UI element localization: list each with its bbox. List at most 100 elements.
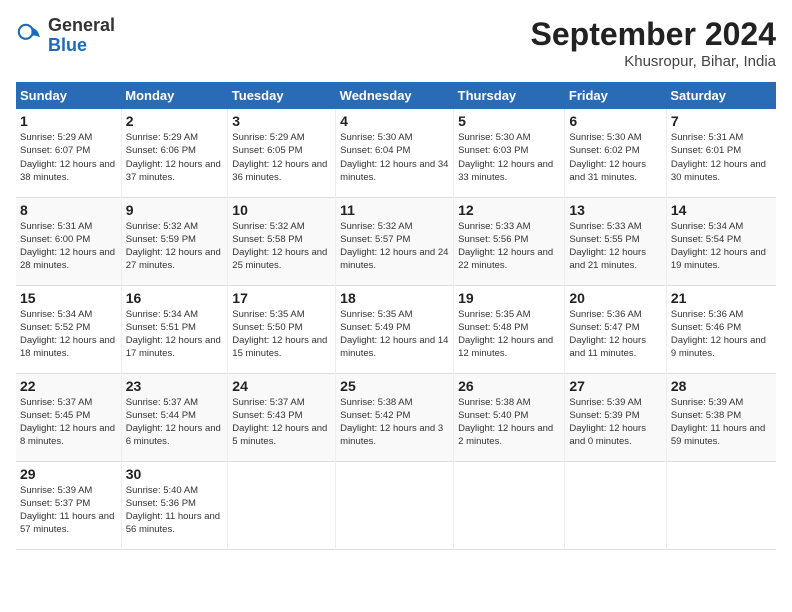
day-number: 2	[126, 113, 224, 129]
cell-info: Sunrise: 5:39 AMSunset: 5:39 PMDaylight:…	[569, 397, 646, 448]
calendar-table: Sunday Monday Tuesday Wednesday Thursday…	[16, 82, 776, 550]
cell-info: Sunrise: 5:30 AMSunset: 6:04 PMDaylight:…	[340, 132, 448, 183]
calendar-cell: 1 Sunrise: 5:29 AMSunset: 6:07 PMDayligh…	[16, 109, 121, 197]
calendar-cell: 25 Sunrise: 5:38 AMSunset: 5:42 PMDaylig…	[336, 373, 454, 461]
calendar-cell: 22 Sunrise: 5:37 AMSunset: 5:45 PMDaylig…	[16, 373, 121, 461]
col-tuesday: Tuesday	[228, 82, 336, 109]
logo-text: General Blue	[48, 16, 115, 56]
day-number: 3	[232, 113, 331, 129]
cell-info: Sunrise: 5:33 AMSunset: 5:56 PMDaylight:…	[458, 221, 553, 272]
cell-info: Sunrise: 5:30 AMSunset: 6:03 PMDaylight:…	[458, 132, 553, 183]
day-number: 1	[20, 113, 117, 129]
cell-info: Sunrise: 5:37 AMSunset: 5:43 PMDaylight:…	[232, 397, 327, 448]
day-number: 15	[20, 290, 117, 306]
calendar-cell: 19 Sunrise: 5:35 AMSunset: 5:48 PMDaylig…	[454, 285, 565, 373]
calendar-week-row: 8 Sunrise: 5:31 AMSunset: 6:00 PMDayligh…	[16, 197, 776, 285]
cell-info: Sunrise: 5:40 AMSunset: 5:36 PMDaylight:…	[126, 485, 220, 536]
day-number: 28	[671, 378, 772, 394]
cell-info: Sunrise: 5:29 AMSunset: 6:05 PMDaylight:…	[232, 132, 327, 183]
cell-info: Sunrise: 5:36 AMSunset: 5:47 PMDaylight:…	[569, 309, 646, 360]
calendar-cell: 17 Sunrise: 5:35 AMSunset: 5:50 PMDaylig…	[228, 285, 336, 373]
cell-info: Sunrise: 5:31 AMSunset: 6:00 PMDaylight:…	[20, 221, 115, 272]
cell-info: Sunrise: 5:34 AMSunset: 5:52 PMDaylight:…	[20, 309, 115, 360]
day-number: 24	[232, 378, 331, 394]
calendar-cell	[454, 461, 565, 549]
calendar-cell: 7 Sunrise: 5:31 AMSunset: 6:01 PMDayligh…	[666, 109, 776, 197]
calendar-cell: 13 Sunrise: 5:33 AMSunset: 5:55 PMDaylig…	[565, 197, 667, 285]
day-number: 30	[126, 466, 224, 482]
day-number: 16	[126, 290, 224, 306]
cell-info: Sunrise: 5:35 AMSunset: 5:49 PMDaylight:…	[340, 309, 448, 360]
cell-info: Sunrise: 5:36 AMSunset: 5:46 PMDaylight:…	[671, 309, 766, 360]
logo-blue-text: Blue	[48, 35, 87, 55]
day-number: 20	[569, 290, 662, 306]
calendar-cell: 21 Sunrise: 5:36 AMSunset: 5:46 PMDaylig…	[666, 285, 776, 373]
calendar-cell: 24 Sunrise: 5:37 AMSunset: 5:43 PMDaylig…	[228, 373, 336, 461]
calendar-cell: 4 Sunrise: 5:30 AMSunset: 6:04 PMDayligh…	[336, 109, 454, 197]
cell-info: Sunrise: 5:30 AMSunset: 6:02 PMDaylight:…	[569, 132, 646, 183]
calendar-cell: 23 Sunrise: 5:37 AMSunset: 5:44 PMDaylig…	[121, 373, 228, 461]
calendar-week-row: 22 Sunrise: 5:37 AMSunset: 5:45 PMDaylig…	[16, 373, 776, 461]
calendar-week-row: 15 Sunrise: 5:34 AMSunset: 5:52 PMDaylig…	[16, 285, 776, 373]
day-number: 17	[232, 290, 331, 306]
cell-info: Sunrise: 5:33 AMSunset: 5:55 PMDaylight:…	[569, 221, 646, 272]
day-number: 10	[232, 202, 331, 218]
day-number: 12	[458, 202, 560, 218]
calendar-cell: 26 Sunrise: 5:38 AMSunset: 5:40 PMDaylig…	[454, 373, 565, 461]
cell-info: Sunrise: 5:37 AMSunset: 5:45 PMDaylight:…	[20, 397, 115, 448]
calendar-cell: 30 Sunrise: 5:40 AMSunset: 5:36 PMDaylig…	[121, 461, 228, 549]
day-number: 25	[340, 378, 449, 394]
calendar-cell: 8 Sunrise: 5:31 AMSunset: 6:00 PMDayligh…	[16, 197, 121, 285]
calendar-cell	[228, 461, 336, 549]
calendar-cell: 9 Sunrise: 5:32 AMSunset: 5:59 PMDayligh…	[121, 197, 228, 285]
col-monday: Monday	[121, 82, 228, 109]
title-block: September 2024 Khusropur, Bihar, India	[531, 16, 776, 70]
col-friday: Friday	[565, 82, 667, 109]
cell-info: Sunrise: 5:35 AMSunset: 5:48 PMDaylight:…	[458, 309, 553, 360]
calendar-cell: 20 Sunrise: 5:36 AMSunset: 5:47 PMDaylig…	[565, 285, 667, 373]
cell-info: Sunrise: 5:37 AMSunset: 5:44 PMDaylight:…	[126, 397, 221, 448]
cell-info: Sunrise: 5:29 AMSunset: 6:07 PMDaylight:…	[20, 132, 115, 183]
location: Khusropur, Bihar, India	[531, 53, 776, 70]
calendar-cell: 28 Sunrise: 5:39 AMSunset: 5:38 PMDaylig…	[666, 373, 776, 461]
calendar-cell: 5 Sunrise: 5:30 AMSunset: 6:03 PMDayligh…	[454, 109, 565, 197]
logo-general-text: General	[48, 15, 115, 35]
cell-info: Sunrise: 5:39 AMSunset: 5:38 PMDaylight:…	[671, 397, 765, 448]
cell-info: Sunrise: 5:38 AMSunset: 5:40 PMDaylight:…	[458, 397, 553, 448]
calendar-cell	[666, 461, 776, 549]
calendar-cell: 10 Sunrise: 5:32 AMSunset: 5:58 PMDaylig…	[228, 197, 336, 285]
calendar-cell: 12 Sunrise: 5:33 AMSunset: 5:56 PMDaylig…	[454, 197, 565, 285]
col-saturday: Saturday	[666, 82, 776, 109]
calendar-cell: 16 Sunrise: 5:34 AMSunset: 5:51 PMDaylig…	[121, 285, 228, 373]
calendar-cell: 2 Sunrise: 5:29 AMSunset: 6:06 PMDayligh…	[121, 109, 228, 197]
day-number: 27	[569, 378, 662, 394]
calendar-cell: 29 Sunrise: 5:39 AMSunset: 5:37 PMDaylig…	[16, 461, 121, 549]
cell-info: Sunrise: 5:38 AMSunset: 5:42 PMDaylight:…	[340, 397, 443, 448]
day-number: 5	[458, 113, 560, 129]
calendar-week-row: 1 Sunrise: 5:29 AMSunset: 6:07 PMDayligh…	[16, 109, 776, 197]
day-number: 11	[340, 202, 449, 218]
day-number: 19	[458, 290, 560, 306]
calendar-cell: 14 Sunrise: 5:34 AMSunset: 5:54 PMDaylig…	[666, 197, 776, 285]
cell-info: Sunrise: 5:32 AMSunset: 5:57 PMDaylight:…	[340, 221, 448, 272]
cell-info: Sunrise: 5:39 AMSunset: 5:37 PMDaylight:…	[20, 485, 114, 536]
day-number: 29	[20, 466, 117, 482]
calendar-cell: 15 Sunrise: 5:34 AMSunset: 5:52 PMDaylig…	[16, 285, 121, 373]
cell-info: Sunrise: 5:32 AMSunset: 5:59 PMDaylight:…	[126, 221, 221, 272]
day-number: 8	[20, 202, 117, 218]
month-title: September 2024	[531, 16, 776, 53]
cell-info: Sunrise: 5:34 AMSunset: 5:51 PMDaylight:…	[126, 309, 221, 360]
cell-info: Sunrise: 5:34 AMSunset: 5:54 PMDaylight:…	[671, 221, 766, 272]
calendar-cell: 27 Sunrise: 5:39 AMSunset: 5:39 PMDaylig…	[565, 373, 667, 461]
calendar-cell	[336, 461, 454, 549]
calendar-cell: 3 Sunrise: 5:29 AMSunset: 6:05 PMDayligh…	[228, 109, 336, 197]
logo-icon	[16, 22, 44, 50]
day-number: 9	[126, 202, 224, 218]
cell-info: Sunrise: 5:31 AMSunset: 6:01 PMDaylight:…	[671, 132, 766, 183]
calendar-cell: 6 Sunrise: 5:30 AMSunset: 6:02 PMDayligh…	[565, 109, 667, 197]
day-number: 18	[340, 290, 449, 306]
day-number: 14	[671, 202, 772, 218]
calendar-header-row: Sunday Monday Tuesday Wednesday Thursday…	[16, 82, 776, 109]
day-number: 26	[458, 378, 560, 394]
day-number: 23	[126, 378, 224, 394]
